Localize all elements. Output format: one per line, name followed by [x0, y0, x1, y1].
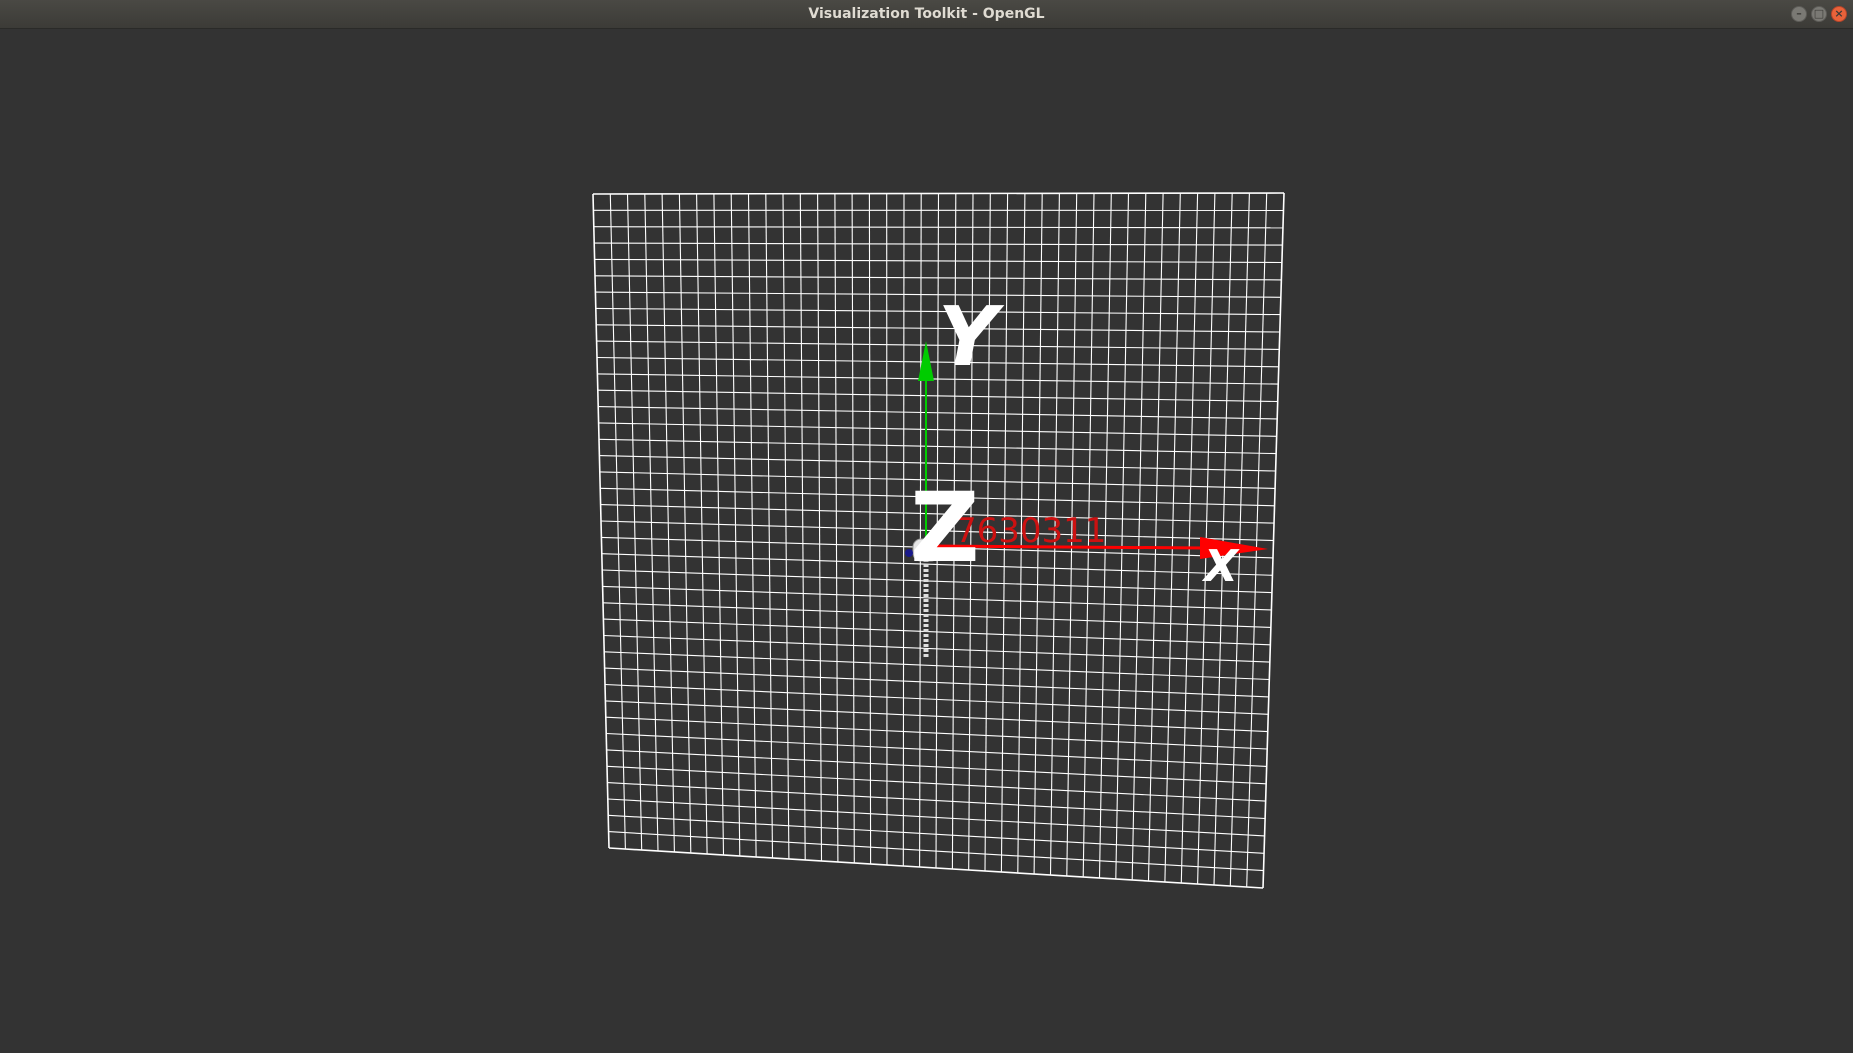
vtk-window: Visualization Toolkit - OpenGL – □ × 763… [0, 0, 1853, 1053]
y-axis-label: Y [938, 290, 1005, 385]
x-axis-label: X [1201, 541, 1240, 592]
minimize-button[interactable]: – [1791, 6, 1807, 22]
title-bar[interactable]: Visualization Toolkit - OpenGL – □ × [0, 0, 1853, 29]
render-viewport[interactable]: 7630311 Y Z X [0, 29, 1853, 1053]
close-button[interactable]: × [1831, 6, 1847, 22]
maximize-button[interactable]: □ [1811, 6, 1827, 22]
z-axis-label: Z [910, 472, 980, 584]
close-icon: × [1834, 7, 1844, 20]
minimize-icon: – [1796, 7, 1802, 20]
render-scene: 7630311 Y Z X [592, 192, 1285, 889]
window-title: Visualization Toolkit - OpenGL [808, 6, 1045, 22]
maximize-icon: □ [1813, 7, 1825, 20]
